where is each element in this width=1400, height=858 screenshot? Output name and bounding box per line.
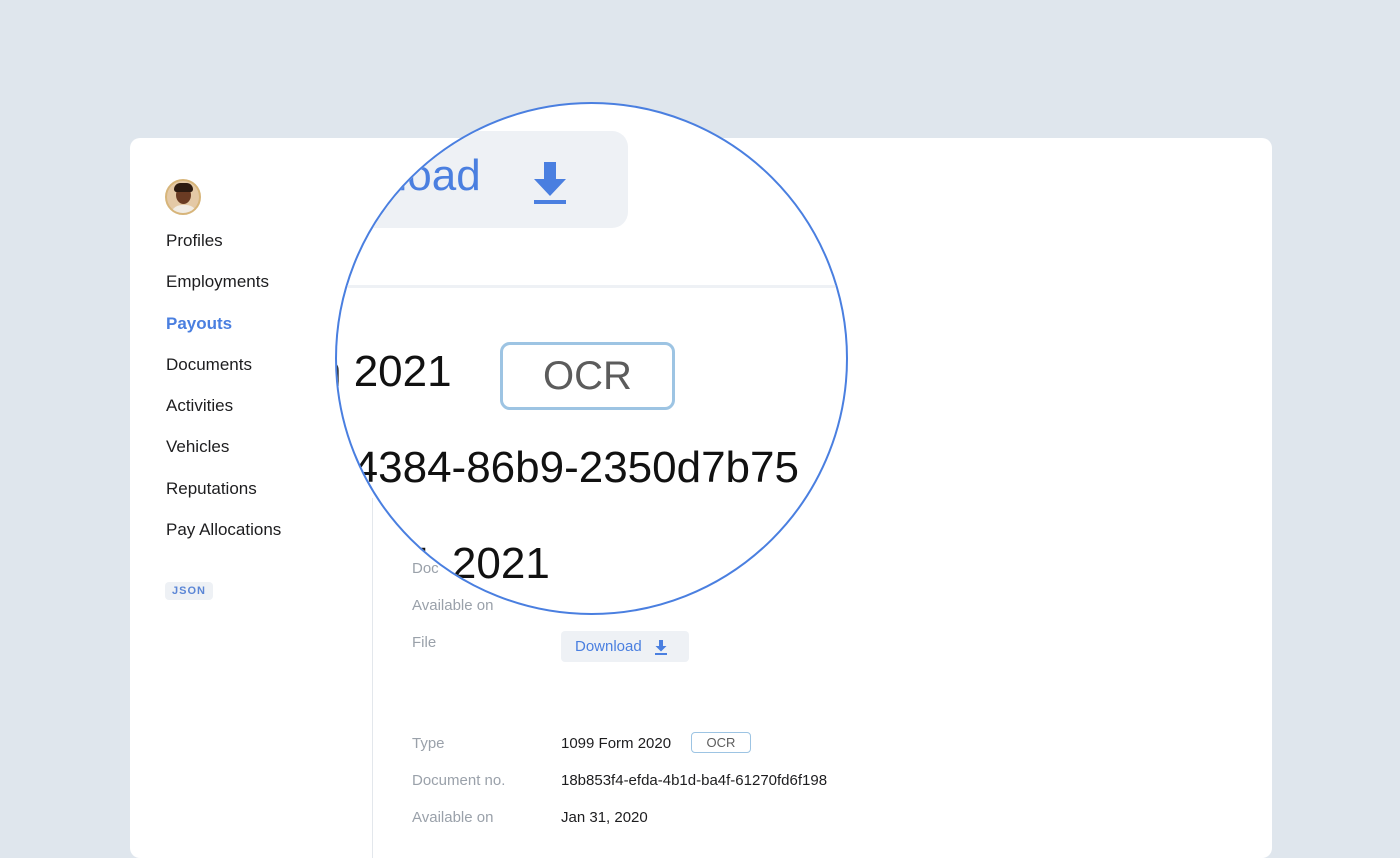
zoomed-divider [337, 285, 846, 288]
sidebar-item-activities[interactable]: Activities [166, 396, 281, 437]
download-label: Download [575, 638, 642, 655]
zoomed-document-no-text: -4384-86b9-2350d7b75 [339, 443, 799, 492]
avatar[interactable] [165, 179, 201, 215]
sidebar-nav: Profiles Employments Payouts Documents A… [166, 231, 281, 561]
sidebar-item-payouts[interactable]: Payouts [166, 314, 281, 355]
zoomed-download-icon [534, 162, 566, 204]
sidebar-item-reputations[interactable]: Reputations [166, 479, 281, 520]
sidebar-item-pay-allocations[interactable]: Pay Allocations [166, 520, 281, 561]
avatar-shirt [170, 205, 198, 213]
magnifier-lens: nload n 2021 OCR -4384-86b9-2350d7b75 7,… [335, 102, 848, 615]
zoomed-type-text: n 2021 [337, 347, 452, 396]
doc2-available-value: Jan 31, 2020 [561, 809, 648, 826]
zoomed-ocr-tag: OCR [500, 342, 675, 410]
doc2-document-no-value: 18b853f4-efda-4b1d-ba4f-61270fd6f198 [561, 772, 828, 789]
sidebar-item-profiles[interactable]: Profiles [166, 231, 281, 272]
sidebar-item-vehicles[interactable]: Vehicles [166, 437, 281, 478]
doc2-available-label: Available on [412, 809, 494, 826]
ocr-tag: OCR [691, 732, 751, 753]
download-button[interactable]: Download [561, 631, 689, 662]
sidebar-item-employments[interactable]: Employments [166, 272, 281, 313]
zoomed-date-text: 7, 2021 [403, 539, 550, 588]
doc2-type-label: Type [412, 735, 445, 752]
download-icon [654, 639, 667, 655]
sidebar-item-documents[interactable]: Documents [166, 355, 281, 396]
json-badge[interactable]: JSON [165, 582, 213, 600]
avatar-hair [174, 183, 193, 192]
doc1-available-label: Available on [412, 597, 494, 614]
doc2-document-no-label: Document no. [412, 772, 506, 789]
doc2-type-value: 1099 Form 2020 [561, 735, 672, 752]
zoomed-download-label: nload [373, 151, 481, 200]
doc1-file-label: File [412, 634, 437, 651]
content-divider [372, 498, 373, 858]
